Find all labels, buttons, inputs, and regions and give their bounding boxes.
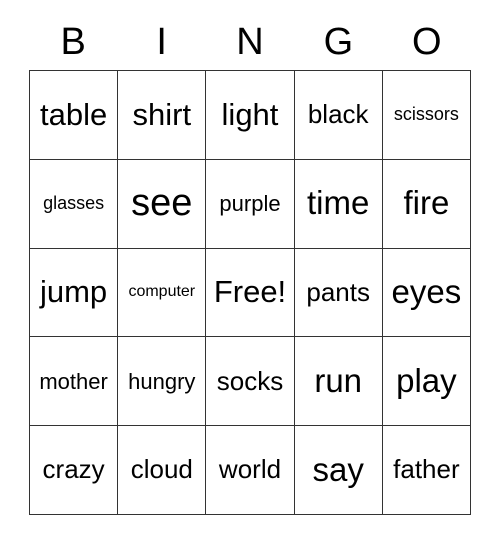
bingo-cell-r1c2[interactable]: shirt <box>118 71 207 160</box>
bingo-cell-label: father <box>393 454 460 485</box>
bingo-cell-r4c5[interactable]: play <box>382 337 471 427</box>
bingo-cell-free-space[interactable]: Free! <box>206 248 295 338</box>
bingo-cell-r2c2[interactable]: see <box>118 159 207 249</box>
bingo-header-letter-b: B <box>60 21 86 63</box>
bingo-cell-r2c3[interactable]: purple <box>206 159 295 249</box>
bingo-header-letter-n: N <box>236 21 264 63</box>
bingo-header-letter-g: G <box>323 21 354 63</box>
bingo-cell-label: see <box>131 181 193 224</box>
bingo-cell-r2c1[interactable]: glasses <box>30 159 119 249</box>
bingo-cell-label: glasses <box>43 193 105 214</box>
bingo-cell-label: scissors <box>393 104 459 125</box>
bingo-cell-r1c4[interactable]: black <box>294 71 383 160</box>
bingo-cell-label: light <box>221 96 279 132</box>
bingo-cell-r5c5[interactable]: father <box>382 426 471 515</box>
bingo-cell-label: crazy <box>42 454 105 485</box>
bingo-cell-label: shirt <box>132 96 192 132</box>
bingo-cell-r3c2[interactable]: computer <box>118 248 207 338</box>
bingo-header-row: B I N G O <box>29 14 471 70</box>
bingo-cell-r4c1[interactable]: mother <box>30 337 119 427</box>
bingo-cell-label: mother <box>39 368 108 394</box>
bingo-cell-label: cloud <box>130 454 193 485</box>
bingo-cell-r5c3[interactable]: world <box>206 426 295 515</box>
bingo-cell-label: jump <box>39 274 108 310</box>
bingo-cell-label: hungry <box>128 368 196 394</box>
bingo-cell-r1c5[interactable]: scissors <box>382 71 471 160</box>
bingo-card: B I N G O table shirt light black scisso… <box>0 0 500 544</box>
bingo-cell-label: computer <box>128 283 196 301</box>
bingo-cell-label: time <box>307 184 370 222</box>
bingo-cell-r5c4[interactable]: say <box>294 426 383 515</box>
bingo-cell-label: pants <box>306 276 370 307</box>
bingo-cell-label: table <box>39 96 108 132</box>
bingo-cell-r1c1[interactable]: table <box>30 71 119 160</box>
bingo-cell-r5c1[interactable]: crazy <box>30 426 119 515</box>
bingo-cell-r3c1[interactable]: jump <box>30 248 119 338</box>
bingo-cell-r4c2[interactable]: hungry <box>118 337 207 427</box>
bingo-cell-r2c5[interactable]: fire <box>382 159 471 249</box>
bingo-cell-r4c3[interactable]: socks <box>206 337 295 427</box>
bingo-cell-label: play <box>396 361 457 399</box>
bingo-cell-r1c3[interactable]: light <box>206 71 295 160</box>
bingo-cell-label: world <box>218 454 282 485</box>
bingo-cell-r2c4[interactable]: time <box>294 159 383 249</box>
bingo-cell-r3c5[interactable]: eyes <box>382 248 471 338</box>
bingo-header-letter-o: O <box>412 21 442 63</box>
bingo-cell-label: run <box>314 361 363 399</box>
bingo-header-letter-i: I <box>156 21 167 63</box>
bingo-cell-label: say <box>312 450 364 488</box>
bingo-cell-r4c4[interactable]: run <box>294 337 383 427</box>
bingo-cell-label: purple <box>219 191 281 217</box>
bingo-cell-r5c2[interactable]: cloud <box>118 426 207 515</box>
bingo-cell-label: socks <box>216 365 284 396</box>
bingo-grid: table shirt light black scissors glasses… <box>29 70 471 515</box>
bingo-cell-r3c4[interactable]: pants <box>294 248 383 338</box>
bingo-free-space-label: Free! <box>213 274 287 310</box>
bingo-cell-label: fire <box>403 184 450 222</box>
bingo-cell-label: eyes <box>391 273 462 311</box>
bingo-cell-label: black <box>307 99 369 130</box>
